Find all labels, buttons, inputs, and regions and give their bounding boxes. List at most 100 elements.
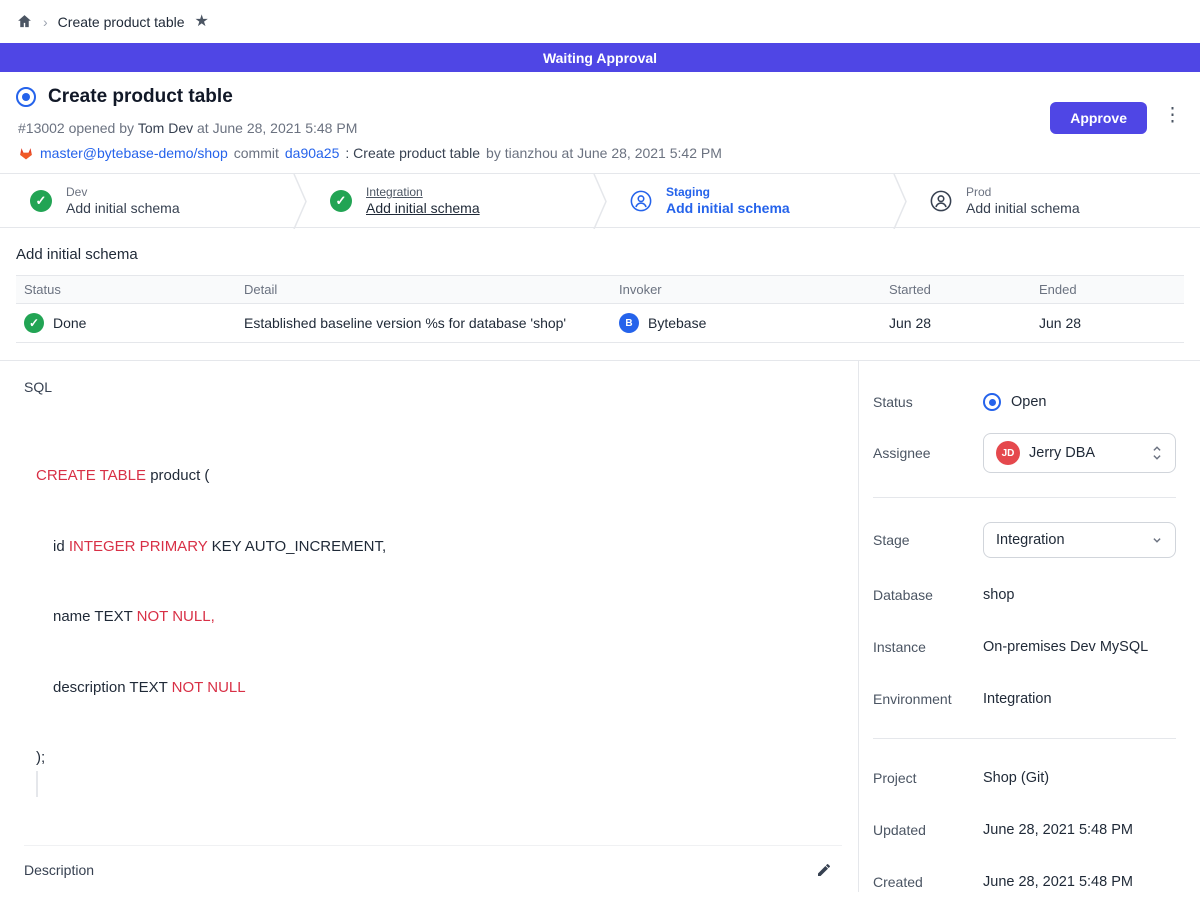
commit-hash-link[interactable]: da90a25 [285,145,340,161]
task-status: Done [53,315,86,331]
col-started: Started [881,276,1031,304]
stage-env-label: Integration [366,185,480,199]
environment-label: Environment [873,691,983,707]
task-section: Add initial schema Status Detail Invoker… [0,228,1200,343]
issue-open-icon [16,87,36,107]
updated-value: June 28, 2021 5:48 PM [983,822,1133,838]
commit-suffix: by tianzhou at June 28, 2021 5:42 PM [486,145,722,161]
issue-header: Create product table #13002 opened by To… [0,72,1200,173]
stage-pending-person-icon [930,190,952,212]
updated-row: Updated June 28, 2021 5:48 PM [873,815,1176,845]
stage-env-label: Staging [666,185,790,199]
sql-text: ); [36,749,45,766]
stage-pending-person-icon [630,190,652,212]
divider [24,845,842,846]
chevron-down-icon [1151,532,1163,548]
project-value[interactable]: Shop (Git) [983,770,1049,786]
assignee-value: Jerry DBA [1029,445,1142,461]
assignee-select[interactable]: JD Jerry DBA [983,433,1176,473]
pipeline-stages: ✓ Dev Add initial schema ✓ Integration A… [0,173,1200,228]
task-ended: Jun 28 [1031,304,1184,343]
project-row: Project Shop (Git) [873,763,1176,793]
instance-value[interactable]: On-premises Dev MySQL [983,639,1148,655]
stage-separator [593,174,607,229]
content-split: SQL CREATE TABLE product ( id INTEGER PR… [0,360,1200,892]
open-status-icon [983,393,1001,411]
sql-text: id [53,538,69,555]
description-label: Description [24,862,94,878]
sql-text: name TEXT [53,608,137,625]
sql-text: description TEXT [53,679,172,696]
bytebase-avatar: B [619,313,639,333]
stage-task-label: Add initial schema [666,200,790,216]
more-actions-icon[interactable]: ⋮ [1161,102,1184,129]
sql-keyword: INTEGER PRIMARY [69,538,208,555]
main-column: SQL CREATE TABLE product ( id INTEGER PR… [0,361,858,892]
stage-done-icon: ✓ [30,190,52,212]
created-row: Created June 28, 2021 5:48 PM [873,867,1176,897]
approve-button[interactable]: Approve [1050,102,1147,134]
stage-dev[interactable]: ✓ Dev Add initial schema [0,174,300,227]
stage-staging[interactable]: Staging Add initial schema [600,174,900,227]
assignee-label: Assignee [873,445,983,461]
status-row: Status Open [873,387,1176,417]
created-label: Created [873,874,983,890]
done-check-icon: ✓ [24,313,44,333]
stage-separator [293,174,307,229]
commit-message: : Create product table [345,145,480,161]
sql-text: KEY AUTO_INCREMENT, [207,538,386,555]
issue-title: Create product table [48,86,233,108]
stage-env-label: Dev [66,185,180,199]
sql-keyword: CREATE TABLE [36,467,146,484]
edit-pencil-icon[interactable] [816,862,832,878]
stage-task-label: Add initial schema [966,200,1080,216]
col-detail: Detail [236,276,611,304]
stage-task-label: Add initial schema [66,200,180,216]
task-detail: Established baseline version %s for data… [236,304,611,343]
environment-value: Integration [983,691,1052,707]
stage-value: Integration [996,532,1142,548]
divider [873,497,1176,498]
instance-label: Instance [873,639,983,655]
col-ended: Ended [1031,276,1184,304]
database-value[interactable]: shop [983,587,1014,603]
table-row[interactable]: ✓ Done Established baseline version %s fo… [16,304,1184,343]
commit-line: master@bytebase-demo/shop commit da90a25… [18,145,722,161]
home-icon[interactable] [16,13,33,30]
created-value: June 28, 2021 5:48 PM [983,874,1133,890]
gitlab-icon [18,145,34,161]
stage-integration[interactable]: ✓ Integration Add initial schema [300,174,600,227]
stage-prod[interactable]: Prod Add initial schema [900,174,1200,227]
bytebase-issue-page: › Create product table ★ Waiting Approva… [0,0,1200,900]
stage-task-label: Add initial schema [366,200,480,216]
task-invoker: Bytebase [648,315,706,331]
task-section-title: Add initial schema [16,246,1184,263]
stage-env-label: Prod [966,185,1080,199]
breadcrumb-title[interactable]: Create product table [58,14,185,30]
database-row: Database shop [873,580,1176,610]
task-table: Status Detail Invoker Started Ended ✓Don… [16,275,1184,343]
environment-row: Environment Integration [873,684,1176,714]
instance-row: Instance On-premises Dev MySQL [873,632,1176,662]
sql-label: SQL [24,379,842,395]
commit-repo-link[interactable]: master@bytebase-demo/shop [40,145,228,161]
issue-meta-prefix: #13002 opened by [18,120,134,136]
status-value: Open [1011,394,1046,410]
divider [873,738,1176,739]
assignee-avatar: JD [996,441,1020,465]
breadcrumb: › Create product table ★ [0,0,1200,43]
issue-sidebar: Status Open Assignee JD Jerry DBA Stage … [858,361,1200,892]
issue-meta-suffix: at June 28, 2021 5:48 PM [197,120,357,136]
stage-select[interactable]: Integration [983,522,1176,558]
stage-label: Stage [873,532,983,548]
task-started: Jun 28 [881,304,1031,343]
chevron-right-icon: › [43,14,48,30]
col-status: Status [16,276,236,304]
approval-banner-label: Waiting Approval [543,50,657,66]
assignee-row: Assignee JD Jerry DBA [873,433,1176,473]
issue-meta: #13002 opened by Tom Dev at June 28, 202… [18,120,722,136]
star-icon[interactable]: ★ [195,14,209,30]
issue-author: Tom Dev [138,120,193,136]
up-down-chevrons-icon [1151,445,1163,461]
stage-row: Stage Integration [873,522,1176,558]
